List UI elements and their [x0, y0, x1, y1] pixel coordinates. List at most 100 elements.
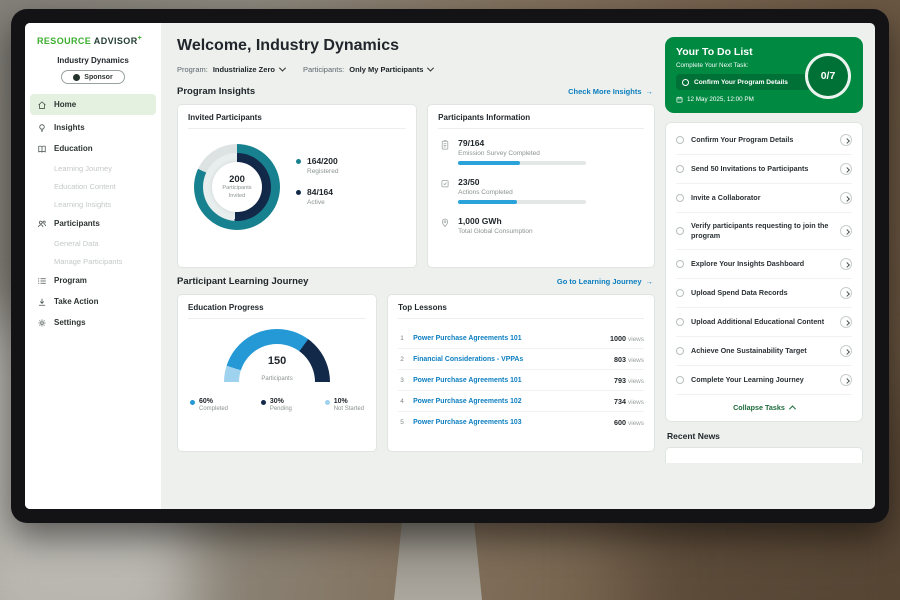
collapse-tasks-button[interactable]: Collapse Tasks — [676, 395, 852, 419]
navy-dot-icon — [296, 190, 301, 195]
task-checkbox[interactable] — [676, 318, 684, 326]
lesson-title-link[interactable]: Power Purchase Agreements 101 — [413, 335, 603, 342]
donut-center-label: 200 Participants Invited — [194, 144, 280, 230]
gear-icon — [37, 318, 47, 328]
program-insights-cards: Invited Participants 200 Participants In… — [177, 104, 655, 268]
sidebar-item-settings[interactable]: Settings — [25, 312, 161, 333]
gauge-legend: 60% Completed 30% Pending — [188, 398, 366, 412]
task-row[interactable]: Upload Spend Data Records — [676, 279, 852, 308]
metric-label: Total Global Consumption — [458, 228, 532, 235]
task-checkbox[interactable] — [676, 376, 684, 384]
legend-value: 164/200 — [307, 156, 338, 166]
sidebar-item-home[interactable]: Home — [30, 94, 156, 115]
lesson-title-link[interactable]: Power Purchase Agreements 102 — [413, 398, 607, 405]
sidebar-item-label: Learning Insights — [54, 200, 111, 209]
metric-label: Emission Survey Completed — [458, 150, 586, 157]
donut-center-caption: Participants Invited — [216, 185, 258, 200]
task-row[interactable]: Achieve One Sustainability Target — [676, 337, 852, 366]
learning-journey-cards: Education Progress 150 Participants — [177, 294, 655, 452]
task-chevron-button[interactable] — [840, 374, 852, 386]
task-label: Explore Your Insights Dashboard — [691, 259, 833, 269]
task-chevron-button[interactable] — [840, 345, 852, 357]
lesson-row: 2 Financial Considerations - VPPAs 803vi… — [398, 349, 644, 370]
go-to-learning-journey-link[interactable]: Go to Learning Journey → — [557, 277, 653, 286]
sponsor-badge[interactable]: Sponsor — [61, 70, 124, 84]
next-task-button[interactable]: Confirm Your Program Details — [676, 74, 810, 90]
sidebar-item-manage-participants[interactable]: Manage Participants — [25, 252, 161, 270]
organization-name: Industry Dynamics — [25, 56, 161, 65]
task-chevron-button[interactable] — [840, 316, 852, 328]
participants-filter-label: Participants: — [303, 65, 344, 74]
sidebar-item-label: Participants — [54, 219, 100, 228]
task-row[interactable]: Explore Your Insights Dashboard — [676, 250, 852, 279]
task-row[interactable]: Upload Additional Educational Content — [676, 308, 852, 337]
gauge-center-caption: Participants — [261, 376, 292, 382]
todo-summary-card: Your To Do List Complete Your Next Task:… — [665, 37, 863, 113]
task-chevron-button[interactable] — [840, 287, 852, 299]
task-row[interactable]: Invite a Collaborator — [676, 184, 852, 213]
participants-filter-value: Only My Participants — [349, 65, 423, 74]
legend-label: Active — [307, 199, 333, 206]
sidebar-item-insights[interactable]: Insights — [25, 117, 161, 138]
check-more-insights-link[interactable]: Check More Insights → — [568, 87, 653, 96]
monitor-bezel: RESOURCE ADVISOR+ Industry Dynamics Spon… — [11, 9, 889, 523]
app-screen: RESOURCE ADVISOR+ Industry Dynamics Spon… — [25, 23, 875, 509]
legend-pct: 10% — [334, 398, 364, 405]
program-dropdown[interactable]: Program: Industrialize Zero — [177, 65, 285, 74]
card-title: Invited Participants — [188, 113, 406, 129]
task-chevron-button[interactable] — [840, 134, 852, 146]
education-progress-gauge-chart: 150 Participants — [224, 329, 330, 382]
legend-label: Pending — [270, 406, 292, 412]
task-row[interactable]: Confirm Your Program Details — [676, 126, 852, 155]
actions-completed-progress-bar — [458, 200, 586, 204]
sponsor-icon — [73, 74, 80, 81]
sidebar-item-education[interactable]: Education — [25, 138, 161, 159]
sidebar-item-take-action[interactable]: Take Action — [25, 291, 161, 312]
lesson-title-link[interactable]: Financial Considerations - VPPAs — [413, 356, 607, 363]
task-row[interactable]: Send 50 Invitations to Participants — [676, 155, 852, 184]
lesson-rank: 1 — [398, 335, 406, 342]
program-insights-header: Program Insights Check More Insights → — [177, 86, 653, 97]
lesson-rank: 3 — [398, 377, 406, 384]
lesson-title-link[interactable]: Power Purchase Agreements 101 — [413, 377, 607, 384]
sidebar-item-education-content[interactable]: Education Content — [25, 177, 161, 195]
navy-dot-icon — [261, 400, 266, 405]
task-checkbox[interactable] — [676, 260, 684, 268]
task-label: Confirm Your Program Details — [691, 135, 833, 145]
task-checkbox[interactable] — [676, 194, 684, 202]
sidebar-item-participants[interactable]: Participants — [25, 213, 161, 234]
lesson-rank: 4 — [398, 398, 406, 405]
arrow-right-icon: → — [646, 277, 654, 286]
task-chevron-button[interactable] — [840, 225, 852, 237]
lesson-title-link[interactable]: Power Purchase Agreements 103 — [413, 419, 607, 426]
sidebar-item-general-data[interactable]: General Data — [25, 234, 161, 252]
chevron-down-icon — [427, 65, 434, 72]
task-checkbox[interactable] — [676, 136, 684, 144]
metric-label: Actions Completed — [458, 189, 586, 196]
gauge-center-label: 150 Participants — [224, 355, 330, 385]
app-logo: RESOURCE ADVISOR+ — [25, 33, 161, 50]
task-row[interactable]: Complete Your Learning Journey — [676, 366, 852, 395]
sidebar-item-label: Education Content — [54, 182, 116, 191]
task-checkbox[interactable] — [676, 227, 684, 235]
task-checkbox[interactable] — [676, 289, 684, 297]
task-checkbox[interactable] — [676, 165, 684, 173]
collapse-label: Collapse Tasks — [733, 403, 785, 412]
chevron-up-icon — [789, 406, 796, 413]
clipboard-icon — [440, 139, 450, 151]
task-checkbox[interactable] — [676, 347, 684, 355]
task-label: Upload Spend Data Records — [691, 288, 833, 298]
sidebar-item-label: Education — [54, 144, 93, 153]
task-chevron-button[interactable] — [840, 192, 852, 204]
sidebar-item-learning-journey[interactable]: Learning Journey — [25, 159, 161, 177]
task-chevron-button[interactable] — [840, 258, 852, 270]
sidebar-item-learning-insights[interactable]: Learning Insights — [25, 195, 161, 213]
lesson-rank: 5 — [398, 419, 406, 426]
sidebar-item-label: Home — [54, 100, 76, 109]
sidebar-item-program[interactable]: Program — [25, 270, 161, 291]
task-chevron-button[interactable] — [840, 163, 852, 175]
task-row[interactable]: Verify participants requesting to join t… — [676, 213, 852, 250]
legend-item-not-started: 10% Not Started — [325, 398, 364, 412]
participants-dropdown[interactable]: Participants: Only My Participants — [303, 65, 433, 74]
participants-information-card: Participants Information 79/164 Emission… — [427, 104, 655, 268]
